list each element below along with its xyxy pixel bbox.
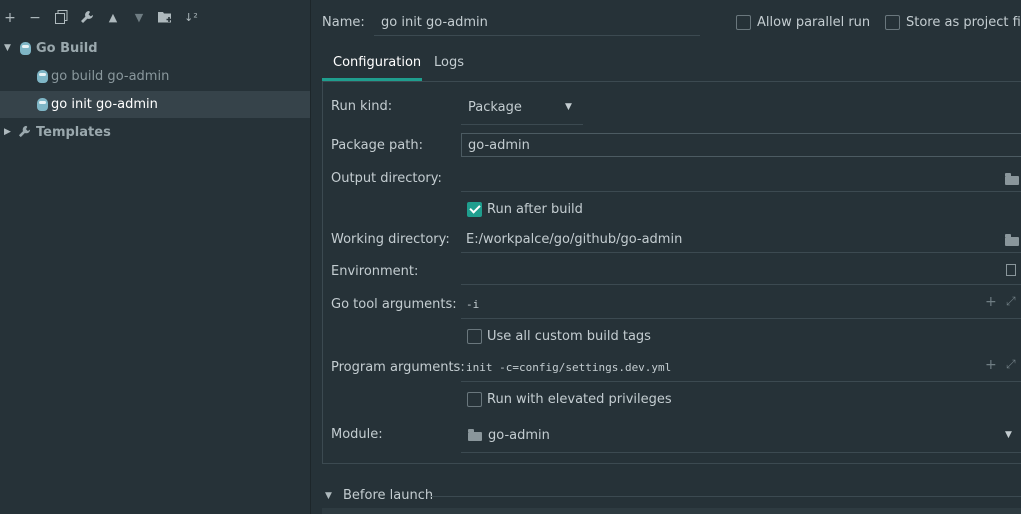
go-tool-arguments-input[interactable]: -i (466, 298, 479, 311)
program-arguments-underline (461, 381, 1021, 382)
chevron-down-icon[interactable]: ▼ (1005, 430, 1012, 440)
browse-folder-icon[interactable] (1005, 173, 1019, 185)
working-directory-input[interactable]: E:/workpalce/go/github/go-admin (466, 232, 682, 247)
tree-group-label: Templates (36, 125, 111, 140)
before-launch-divider (431, 496, 1021, 497)
name-label: Name: (322, 15, 365, 30)
move-down-icon[interactable]: ▼ (131, 10, 147, 26)
go-build-icon (37, 98, 48, 111)
package-path-field[interactable] (461, 133, 1021, 157)
program-arguments-label: Program arguments: (331, 360, 465, 375)
package-path-label: Package path: (331, 138, 423, 153)
go-build-icon (20, 42, 31, 55)
working-directory-underline (461, 252, 1021, 253)
module-underline (461, 452, 1021, 453)
insert-macro-icon[interactable]: + (985, 357, 997, 373)
copy-icon[interactable] (53, 10, 69, 26)
output-directory-label: Output directory: (331, 171, 442, 186)
tab-configuration[interactable]: Configuration (333, 55, 421, 70)
program-arguments-input[interactable]: init -c=config/settings.dev.yml (466, 361, 671, 374)
module-folder-icon (468, 429, 482, 441)
store-project-file-label: Store as project file (906, 15, 1021, 30)
before-launch-panel (322, 508, 1021, 514)
run-after-build-label: Run after build (487, 202, 583, 217)
chevron-down-icon[interactable]: ▼ (565, 102, 572, 112)
tree-group-label: Go Build (36, 41, 98, 56)
tree-item-go-init-go-admin[interactable]: go init go-admin (0, 91, 310, 118)
custom-build-tags-checkbox[interactable] (467, 329, 482, 344)
store-project-file-checkbox[interactable] (885, 15, 900, 30)
tree-item-label: go init go-admin (51, 97, 158, 112)
elevated-privileges-checkbox[interactable] (467, 392, 482, 407)
go-build-icon (37, 70, 48, 83)
wrench-icon (18, 119, 31, 146)
before-launch-header[interactable]: Before launch (343, 488, 433, 503)
tab-logs[interactable]: Logs (434, 55, 464, 70)
add-icon[interactable]: + (2, 10, 18, 26)
folder-add-icon[interactable] (157, 10, 173, 26)
expand-arrow-icon[interactable]: ▼ (4, 35, 11, 62)
configurations-tree-panel: + − ▲ ▼ ↓² ▼ Go Build go build go-admin … (0, 0, 311, 514)
wrench-icon[interactable] (79, 10, 95, 26)
custom-build-tags-label: Use all custom build tags (487, 329, 651, 344)
run-after-build-checkbox[interactable] (467, 202, 482, 217)
environment-label: Environment: (331, 264, 419, 279)
expand-icon[interactable]: ⤢ (1006, 294, 1016, 309)
tree-group-templates[interactable]: ▶ Templates (0, 119, 310, 146)
go-tool-arguments-underline (461, 318, 1021, 319)
environment-input[interactable] (461, 284, 1021, 285)
insert-macro-icon[interactable]: + (985, 294, 997, 310)
output-directory-input[interactable] (461, 191, 1021, 192)
allow-parallel-label: Allow parallel run (757, 15, 871, 30)
remove-icon[interactable]: − (27, 10, 43, 26)
browse-folder-icon[interactable] (1005, 234, 1019, 246)
package-path-input[interactable]: go-admin (468, 138, 530, 153)
sort-icon[interactable]: ↓² (183, 10, 199, 26)
name-input[interactable]: go init go-admin (381, 15, 488, 30)
expand-icon[interactable]: ⤢ (1006, 357, 1016, 372)
tree-item-go-build-go-admin[interactable]: go build go-admin (0, 63, 310, 90)
edit-environment-icon[interactable] (1006, 264, 1016, 276)
module-label: Module: (331, 427, 383, 442)
collapse-arrow-icon[interactable]: ▶ (4, 119, 11, 146)
move-up-icon[interactable]: ▲ (105, 10, 121, 26)
run-kind-underline (461, 124, 583, 125)
elevated-privileges-label: Run with elevated privileges (487, 392, 672, 407)
run-kind-label: Run kind: (331, 99, 393, 114)
module-select[interactable]: go-admin (488, 428, 550, 443)
collapse-arrow-icon[interactable]: ▼ (325, 491, 332, 501)
allow-parallel-checkbox[interactable] (736, 15, 751, 30)
tree-group-go-build[interactable]: ▼ Go Build (0, 35, 310, 62)
run-kind-select[interactable]: Package (468, 100, 522, 115)
go-tool-arguments-label: Go tool arguments: (331, 297, 457, 312)
tree-item-label: go build go-admin (51, 69, 170, 84)
name-input-underline (374, 35, 700, 36)
working-directory-label: Working directory: (331, 232, 450, 247)
